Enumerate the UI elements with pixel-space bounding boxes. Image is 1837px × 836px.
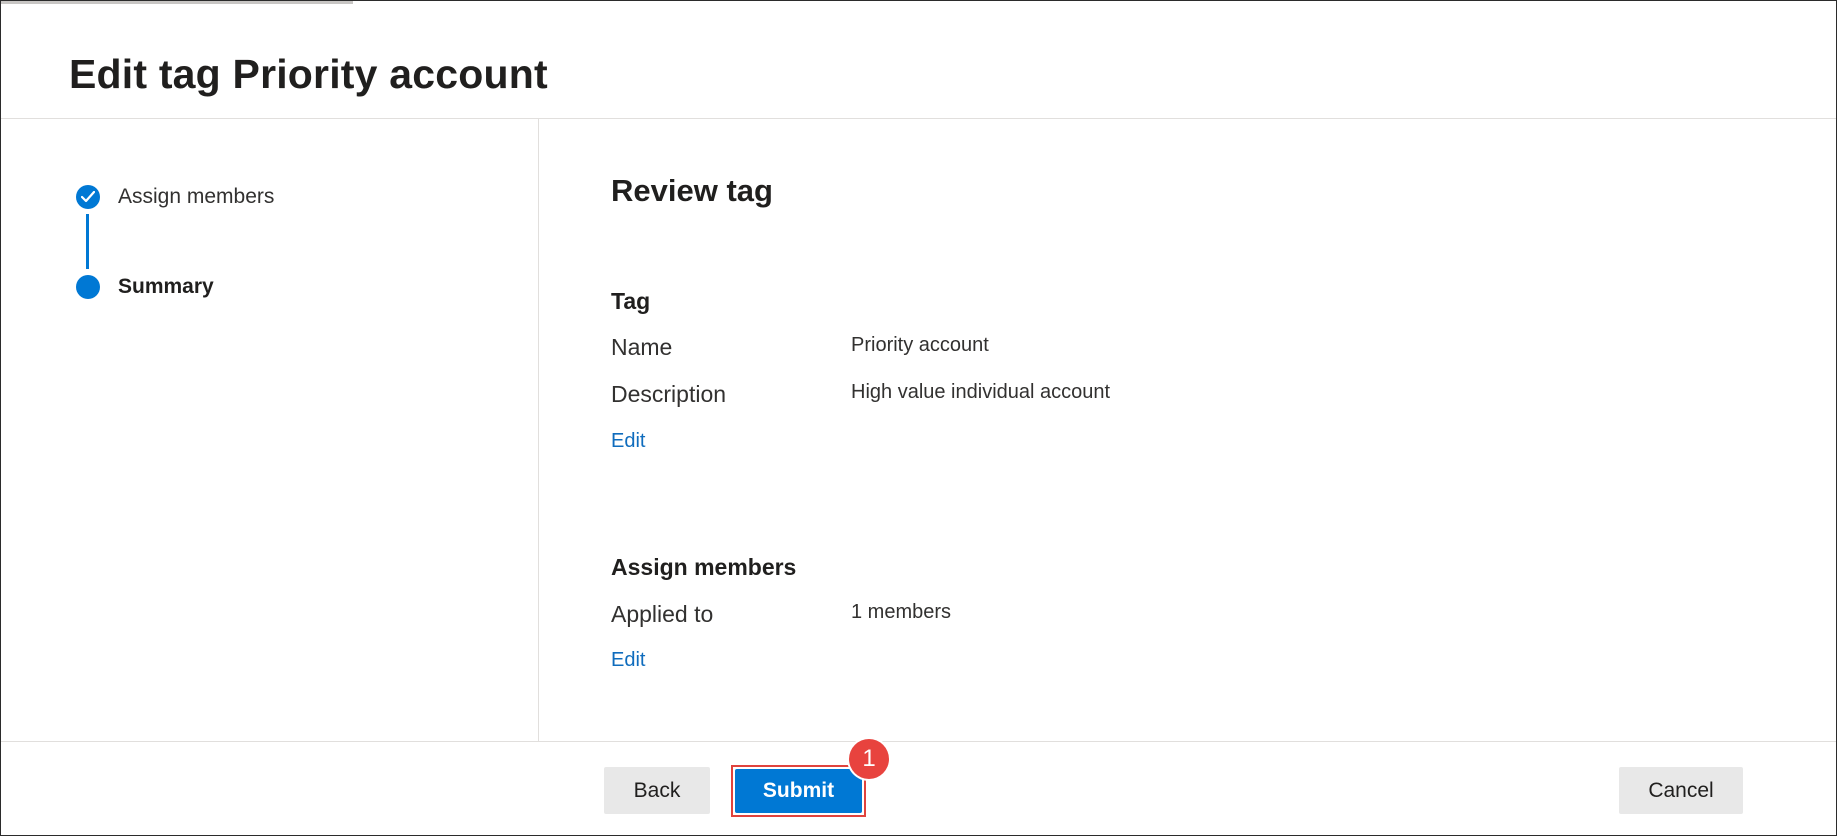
step-complete-indicator <box>76 185 100 209</box>
step-current-indicator <box>76 275 100 299</box>
edit-members-link[interactable]: Edit <box>611 649 645 672</box>
description-label: Description <box>611 381 727 407</box>
page-title: Edit tag Priority account <box>69 51 548 97</box>
tag-section-heading: Tag <box>611 288 651 314</box>
edit-tag-panel: Edit tag Priority account Assign members… <box>0 0 1837 836</box>
submit-button[interactable]: Submit <box>735 769 862 813</box>
checkmark-icon <box>81 191 95 203</box>
step-assign-members[interactable]: Assign members <box>118 185 274 209</box>
step-connector-line <box>86 214 89 269</box>
panel-footer <box>1 741 1836 835</box>
name-value: Priority account <box>851 334 989 356</box>
edit-tag-link[interactable]: Edit <box>611 430 645 453</box>
back-button[interactable]: Back <box>604 767 710 814</box>
wizard-steps-pane <box>1 119 539 741</box>
review-title: Review tag <box>611 173 773 208</box>
name-label: Name <box>611 334 673 360</box>
step-summary[interactable]: Summary <box>118 275 214 299</box>
panel-header: Edit tag Priority account <box>1 1 1836 119</box>
applied-to-label: Applied to <box>611 601 714 627</box>
applied-to-value: 1 members <box>851 601 952 623</box>
callout-number-badge: 1 <box>849 739 889 779</box>
description-value: High value individual account <box>851 381 1111 403</box>
assign-members-section-heading: Assign members <box>611 554 797 580</box>
cancel-button[interactable]: Cancel <box>1619 767 1743 814</box>
